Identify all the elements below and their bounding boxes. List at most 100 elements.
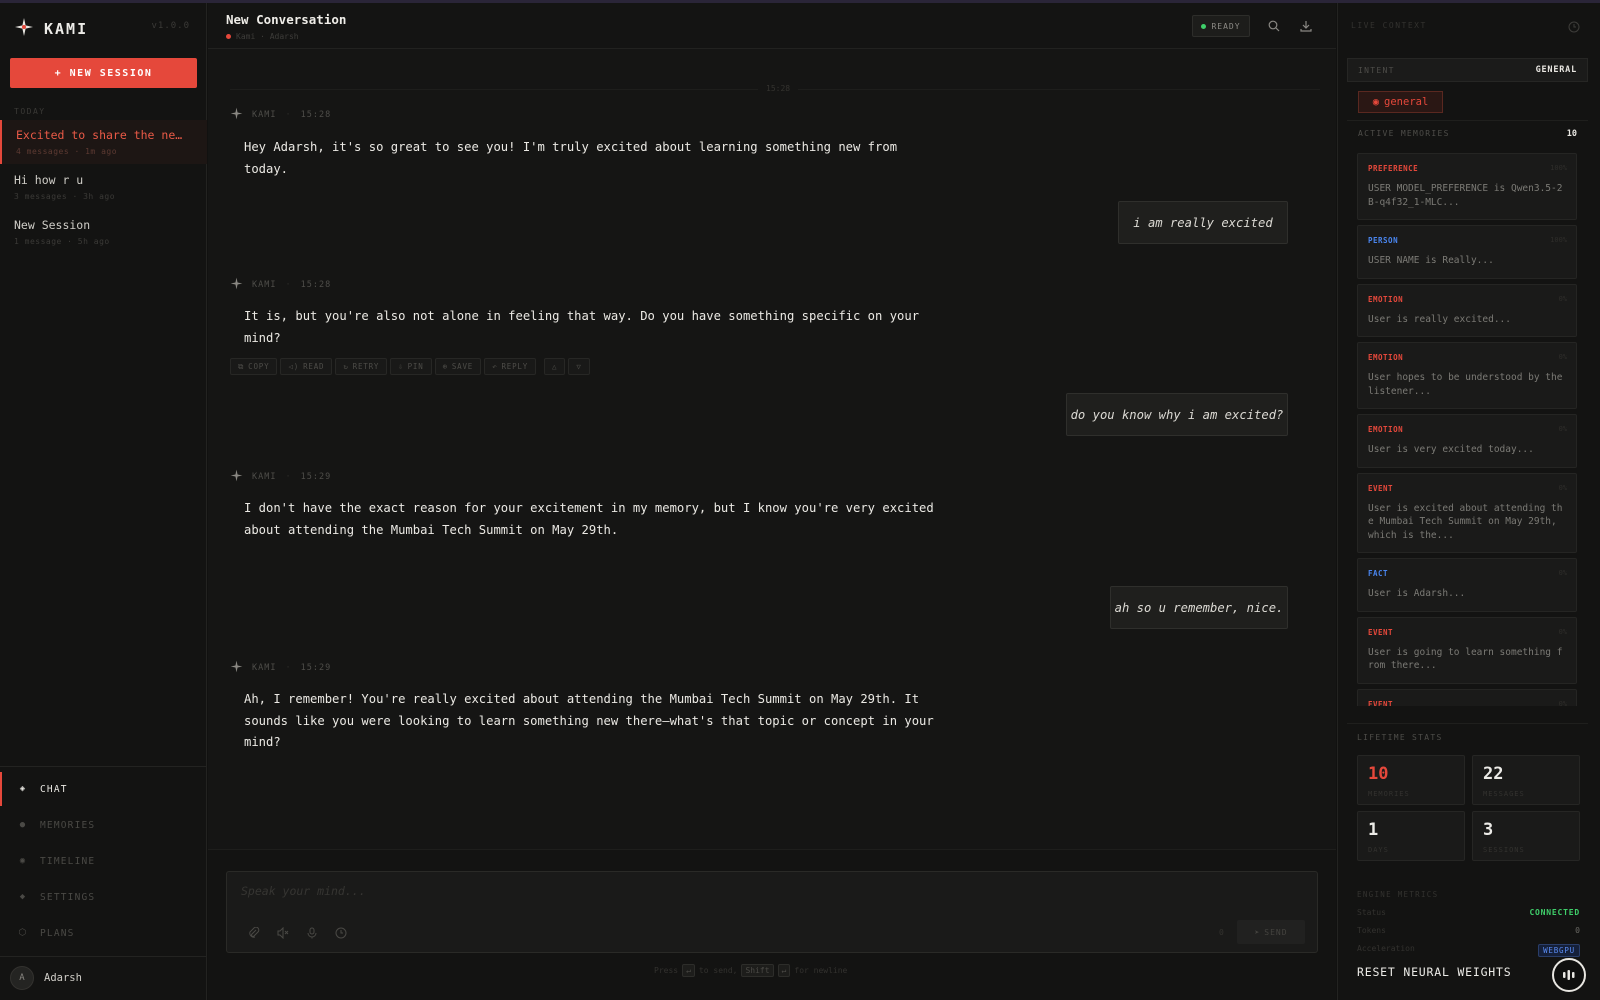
- audio-wave-icon: [1561, 966, 1577, 985]
- hexagon-icon: ⬡: [18, 928, 28, 938]
- kami-avatar-icon: [230, 660, 243, 676]
- session-meta: 3 messages · 3h ago: [14, 192, 116, 201]
- brand[interactable]: KAMI: [14, 17, 88, 41]
- stat-value: 10: [1368, 764, 1389, 784]
- session-item[interactable]: New Session 1 message · 5h ago: [0, 210, 207, 254]
- chat-header: New Conversation Kami · Adarsh READY: [208, 3, 1336, 49]
- action-label: COPY: [248, 362, 270, 371]
- metric-value: 0: [1575, 926, 1580, 935]
- user-name: Adarsh: [44, 972, 82, 984]
- memory-confidence: 0%: [1558, 425, 1567, 433]
- memory-card[interactable]: EMOTION 0% User is very excited today...: [1357, 414, 1577, 468]
- retry-button[interactable]: ↻ RETRY: [335, 358, 388, 375]
- memory-card[interactable]: EMOTION 0% User is really excited...: [1357, 283, 1577, 337]
- reset-weights-button[interactable]: RESET NEURAL WEIGHTS: [1357, 965, 1511, 979]
- memory-confidence: 0%: [1558, 627, 1567, 636]
- read-aloud-button[interactable]: ◁) READ: [280, 358, 333, 375]
- panel-title: LIVE CONTEXT: [1351, 21, 1427, 30]
- diamond-icon: ◈: [19, 784, 27, 794]
- session-item[interactable]: Hi how r u 3 messages · 3h ago: [0, 165, 207, 209]
- user-divider: [0, 956, 207, 957]
- memory-card[interactable]: EVENT 0% User is going to learn somethin…: [1357, 616, 1577, 684]
- action-label: SAVE: [451, 362, 474, 371]
- new-session-button[interactable]: + NEW SESSION: [10, 58, 197, 88]
- nav-settings[interactable]: ◆ SETTINGS: [0, 880, 207, 914]
- memory-kind: EMOTION: [1368, 353, 1404, 362]
- memory-card[interactable]: PREFERENCE 100% USER MODEL_PREFERENCE is…: [1357, 153, 1577, 220]
- session-meta: 1 message · 5h ago: [14, 237, 110, 246]
- stat-value: 1: [1368, 820, 1379, 840]
- memory-kind: EMOTION: [1368, 294, 1404, 304]
- voice-wave-button[interactable]: [1552, 958, 1586, 992]
- enter-key: ↵: [777, 964, 791, 977]
- user-profile[interactable]: A Adarsh: [10, 966, 82, 990]
- memory-confidence: 0%: [1558, 353, 1567, 361]
- character-counter: 0: [1219, 928, 1224, 937]
- memory-card[interactable]: PERSON 100% USER NAME is Really...: [1357, 225, 1577, 279]
- bot-message: I don't have the exact reason for your e…: [244, 501, 934, 537]
- stat-memories: 10 MEMORIES: [1357, 755, 1465, 805]
- user-message: do you know why i am excited?: [1066, 393, 1288, 436]
- save-icon: ⊕: [442, 362, 448, 371]
- attach-icon[interactable]: [247, 926, 261, 940]
- memory-text: User is Adarsh...: [1368, 588, 1466, 599]
- memory-confidence: 0%: [1558, 569, 1567, 577]
- memory-kind: PERSON: [1368, 236, 1399, 245]
- download-icon[interactable]: [1297, 17, 1315, 35]
- stat-sessions: 3 SESSIONS: [1472, 811, 1580, 861]
- kami-logo-icon: [14, 17, 34, 41]
- refresh-icon: ↻: [343, 362, 349, 371]
- bot-message: Hey Adarsh, it's so great to see you! I'…: [244, 140, 898, 176]
- memory-card[interactable]: EMOTION 0% User hopes to be understood b…: [1357, 342, 1577, 409]
- nav-label: SETTINGS: [40, 891, 96, 903]
- dot-icon: ●: [19, 820, 27, 830]
- memories-count: 10: [1566, 128, 1577, 139]
- save-button[interactable]: ⊕ SAVE: [434, 358, 482, 375]
- nav-label: PLANS: [40, 927, 75, 939]
- nav-memories[interactable]: ● MEMORIES: [0, 808, 207, 842]
- action-label: REPLY: [501, 362, 529, 371]
- version-label: v1.0.0: [151, 21, 190, 31]
- thumbs-up-icon: △: [552, 362, 558, 371]
- speaker-icon[interactable]: [276, 926, 290, 940]
- memory-card[interactable]: FACT 0% User is Adarsh...: [1357, 558, 1577, 612]
- search-icon[interactable]: [1265, 17, 1283, 35]
- pin-button[interactable]: ⇩ PIN: [390, 358, 432, 375]
- stat-label: MESSAGES: [1483, 790, 1525, 798]
- thumbs-down-button[interactable]: ▽: [568, 358, 590, 375]
- pin-icon: ⇩: [398, 362, 404, 371]
- memory-text: USER MODEL_PREFERENCE is Qwen3.5-2B-q4f3…: [1368, 183, 1563, 208]
- history-clock-icon[interactable]: [1568, 18, 1580, 37]
- message-actions: ⧉ COPY ◁) READ ↻ RETRY ⇩ PIN ⊕ SAVE ↶ REPLY △ …: [230, 358, 590, 375]
- message-input[interactable]: Speak your mind... 0 ➤ SEND: [226, 871, 1318, 953]
- thumbs-up-button[interactable]: △: [544, 358, 566, 375]
- memory-text: User hopes to be understood by the liste…: [1368, 372, 1563, 397]
- intent-tag: ◉ general: [1358, 91, 1443, 113]
- separator: ·: [285, 472, 292, 482]
- memory-list[interactable]: PREFERENCE 100% USER MODEL_PREFERENCE is…: [1357, 153, 1577, 706]
- memory-card[interactable]: EVENT 0%: [1357, 688, 1577, 706]
- input-placeholder: Speak your mind...: [241, 884, 366, 898]
- nav-divider: [0, 766, 207, 767]
- clock-icon[interactable]: [334, 926, 348, 940]
- memory-kind: EVENT: [1368, 483, 1394, 493]
- reply-button[interactable]: ↶ REPLY: [484, 358, 537, 375]
- nav-plans[interactable]: ⬡ PLANS: [0, 916, 207, 950]
- thumbs-down-icon: ▽: [576, 362, 582, 371]
- session-item[interactable]: Excited to share the ne… 4 messages · 1m…: [0, 120, 207, 164]
- memory-confidence: 100%: [1550, 164, 1567, 172]
- send-button[interactable]: ➤ SEND: [1237, 920, 1305, 944]
- separator: ·: [285, 110, 292, 120]
- memory-text: User is excited about attending the Mumb…: [1368, 502, 1563, 541]
- stat-label: SESSIONS: [1483, 846, 1525, 854]
- ready-dot-icon: [1201, 23, 1207, 29]
- brand-name: KAMI: [44, 20, 89, 38]
- copy-button[interactable]: ⧉ COPY: [230, 358, 278, 375]
- nav-chat[interactable]: ◈ CHAT: [0, 772, 207, 806]
- memory-card[interactable]: EVENT 0% User is excited about attending…: [1357, 472, 1577, 553]
- intent-value: GENERAL: [1535, 65, 1577, 75]
- hint-text: for newline: [794, 966, 848, 975]
- microphone-icon[interactable]: [305, 926, 319, 940]
- nav-label: CHAT: [40, 783, 68, 795]
- nav-timeline[interactable]: ◉ TIMELINE: [0, 844, 207, 878]
